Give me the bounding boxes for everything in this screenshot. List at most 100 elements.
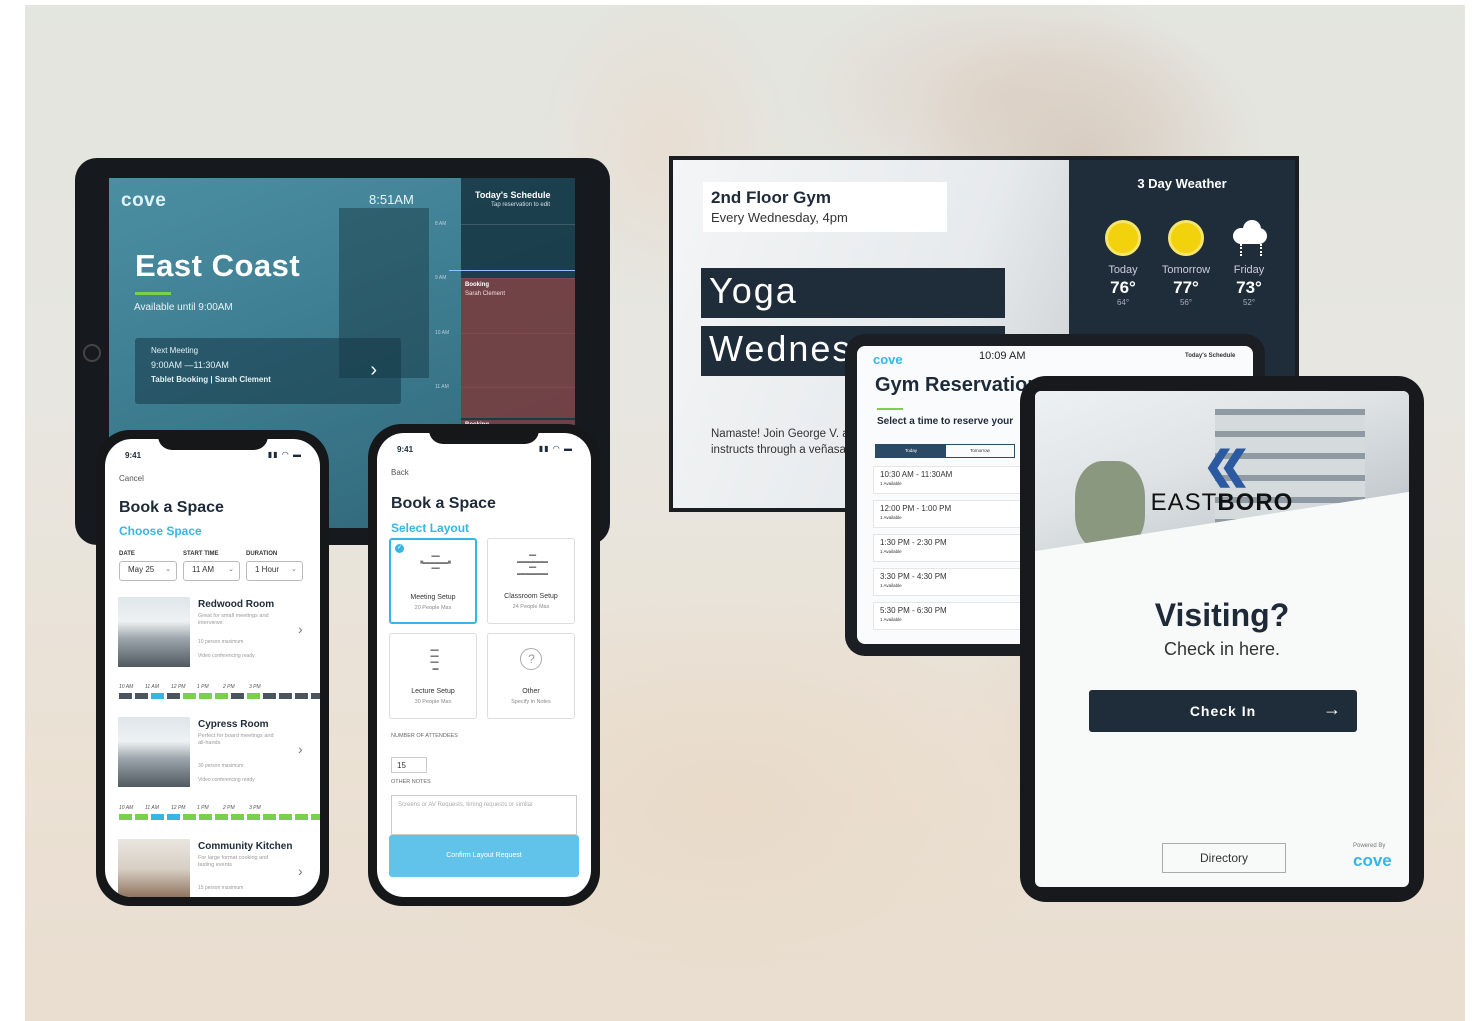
layout-name: Lecture Setup bbox=[411, 688, 455, 695]
timeline-label: 2 PM bbox=[223, 805, 235, 811]
lecture-icon: ▪▪▪▪▪▪▪ ▪▪▪▪▪▪▪ ▪▪▪▪▪▪▪ ▬ bbox=[430, 648, 439, 672]
check-in-label: Check In bbox=[1189, 703, 1257, 719]
weather-low: 56° bbox=[1179, 298, 1193, 307]
brand-light: EAST bbox=[1150, 489, 1218, 516]
notes-textarea[interactable]: Screens or AV Requests, timing requests … bbox=[391, 795, 577, 835]
room-photo bbox=[118, 839, 190, 897]
room-description: Great for small meetings and interviews bbox=[198, 613, 269, 626]
hour-label: 9 AM bbox=[435, 275, 447, 281]
room-name: Cypress Room bbox=[198, 719, 269, 730]
check-icon: ✓ bbox=[395, 544, 404, 553]
back-button[interactable]: Back bbox=[391, 468, 409, 477]
duration-select[interactable]: 1 Hour ⌄ bbox=[246, 561, 303, 581]
slot-time: 3:30 PM - 4:30 PM bbox=[880, 572, 947, 581]
chevron-right-icon: › bbox=[298, 741, 303, 757]
phone-notch bbox=[429, 424, 539, 444]
building-shape bbox=[1215, 409, 1365, 559]
check-in-button[interactable]: Check In → bbox=[1089, 690, 1357, 732]
duration-value: 1 Hour bbox=[255, 565, 280, 574]
event-schedule: Every Wednesday, 4pm bbox=[711, 210, 848, 225]
clock: 8:51AM bbox=[369, 192, 414, 207]
room-card-community-kitchen[interactable]: Community Kitchen For large format cooki… bbox=[118, 839, 308, 897]
date-caption: DATE bbox=[119, 551, 135, 557]
layout-name: Meeting Setup bbox=[410, 594, 456, 601]
room-availability-bar[interactable] bbox=[119, 814, 320, 820]
notes-caption: OTHER NOTES bbox=[391, 779, 431, 785]
event-location-card: 2nd Floor Gym Every Wednesday, 4pm bbox=[703, 182, 947, 232]
time-slot[interactable]: 10:30 AM - 11:30AM 1 Available bbox=[873, 466, 1023, 494]
schedule-link[interactable]: Today's Schedule bbox=[1185, 353, 1235, 359]
room-card-cypress[interactable]: Cypress Room Perfect for board meetings … bbox=[118, 717, 308, 789]
weather-day-label: Today bbox=[1108, 264, 1138, 276]
time-slot[interactable]: 1:30 PM - 2:30 PM 1 Available bbox=[873, 534, 1023, 562]
room-availability-bar[interactable] bbox=[119, 693, 320, 699]
layout-option-lecture[interactable]: ▪▪▪▪▪▪▪ ▪▪▪▪▪▪▪ ▪▪▪▪▪▪▪ ▬ Lecture Setup 30… bbox=[389, 633, 477, 719]
room-name: East Coast bbox=[135, 248, 301, 283]
page-title: Book a Space bbox=[119, 499, 224, 516]
cove-logo: cove bbox=[121, 190, 167, 211]
layout-option-other[interactable]: ? Other Specify in Notes bbox=[487, 633, 575, 719]
layout-name: Other bbox=[522, 688, 540, 695]
time-slot[interactable]: 5:30 PM - 6:30 PM 1 Available bbox=[873, 602, 1023, 630]
timeline-label: 11 AM bbox=[145, 805, 159, 811]
room-name: Community Kitchen bbox=[198, 841, 293, 852]
room-card-redwood[interactable]: Redwood Room Great for small meetings an… bbox=[118, 597, 308, 669]
timeline-label: 12 PM bbox=[171, 684, 186, 690]
question-icon: ? bbox=[520, 648, 542, 670]
sun-icon bbox=[1105, 220, 1141, 256]
timeline-label: 1 PM bbox=[197, 805, 209, 811]
chevron-down-icon: ⌄ bbox=[228, 566, 234, 573]
layout-option-classroom[interactable]: ▪▪▪▪▪▪ ▬▬▬▬▬▬ ▪▪▪▪▪▪ ▬▬▬▬▬▬ Classroom Setup… bbox=[487, 538, 575, 624]
slot-availability: 1 Available bbox=[880, 549, 902, 554]
status-time: 9:41 bbox=[125, 451, 142, 460]
next-meeting-card[interactable]: Next Meeting 9:00AM —11:30AM Tablet Book… bbox=[135, 338, 401, 404]
attendees-input[interactable]: 15 bbox=[391, 757, 427, 773]
layout-capacity: Specify in Notes bbox=[511, 699, 551, 705]
chevron-right-icon: › bbox=[370, 359, 377, 381]
select-layout-phone: 9:41 ▮▮ ◠ ▬ Back Book a Space Select Lay… bbox=[368, 424, 600, 906]
room-av: Video conferencing ready bbox=[198, 653, 255, 659]
page-subtitle: Select Layout bbox=[391, 521, 470, 535]
time-slot[interactable]: 12:00 PM - 1:00 PM 1 Available bbox=[873, 500, 1023, 528]
time-slot[interactable]: 3:30 PM - 4:30 PM 1 Available bbox=[873, 568, 1023, 596]
timeline-label: 10 AM bbox=[119, 805, 134, 811]
signal-wifi-battery-icon: ▮▮ ◠ ▬ bbox=[538, 444, 573, 453]
layout-name: Classroom Setup bbox=[504, 593, 558, 600]
booking-block[interactable]: Booking Sarah Clement bbox=[461, 278, 575, 418]
room-photo bbox=[118, 597, 190, 667]
hour-label: 8 AM bbox=[435, 221, 447, 227]
status-time: 9:41 bbox=[397, 445, 414, 454]
layout-option-meeting[interactable]: ✓ ▪▪▪▪▪▪▪ ■▬▬▬▬▬■ ▪▪▪▪▪▪▪ Meeting Setup 20… bbox=[389, 538, 477, 624]
next-meeting-time: 9:00AM —11:30AM bbox=[151, 360, 229, 370]
tab-today[interactable]: Today bbox=[876, 445, 946, 457]
room-capacity: 30 person maximum bbox=[198, 763, 244, 769]
weather-day-label: Friday bbox=[1233, 264, 1265, 276]
timeline-label: 11 AM bbox=[145, 684, 159, 690]
timeline-label: 2 PM bbox=[223, 684, 235, 690]
weather-low: 52° bbox=[1242, 298, 1256, 307]
slot-availability: 1 Available bbox=[880, 515, 902, 520]
directory-button[interactable]: Directory bbox=[1162, 843, 1286, 873]
timeline-label: 3 PM bbox=[249, 805, 261, 811]
chevron-down-icon: ⌄ bbox=[291, 566, 297, 573]
room-capacity: 15 person maximum bbox=[198, 885, 244, 891]
availability-indicator bbox=[135, 292, 171, 295]
select-layout-screen: 9:41 ▮▮ ◠ ▬ Back Book a Space Select Lay… bbox=[377, 433, 591, 897]
choose-space-screen: 9:41 ▮▮ ◠ ▬ Cancel Book a Space Choose S… bbox=[105, 439, 320, 897]
page-title: Book a Space bbox=[391, 495, 496, 512]
date-value: May 25 bbox=[128, 565, 155, 574]
cancel-button[interactable]: Cancel bbox=[119, 474, 144, 483]
event-location: 2nd Floor Gym bbox=[711, 188, 831, 207]
date-select[interactable]: May 25 ⌄ bbox=[119, 561, 177, 581]
room-description: Perfect for board meetings and all-hands bbox=[198, 733, 274, 746]
checkin-screen: ❮❮ EASTBORO Visiting? Check in here. Che… bbox=[1035, 391, 1409, 887]
weather-high: 76° bbox=[1110, 278, 1136, 297]
start-time-select[interactable]: 11 AM ⌄ bbox=[183, 561, 240, 581]
duration-caption: DURATION bbox=[246, 551, 278, 557]
slot-time: 10:30 AM - 11:30AM bbox=[880, 470, 953, 479]
confirm-layout-button[interactable]: Confirm Layout Request bbox=[389, 835, 579, 877]
layout-capacity: 20 People Max bbox=[414, 605, 452, 611]
timeline-label: 1 PM bbox=[197, 684, 209, 690]
tab-tomorrow[interactable]: Tomorrow bbox=[946, 445, 1014, 457]
home-button[interactable] bbox=[83, 344, 101, 362]
